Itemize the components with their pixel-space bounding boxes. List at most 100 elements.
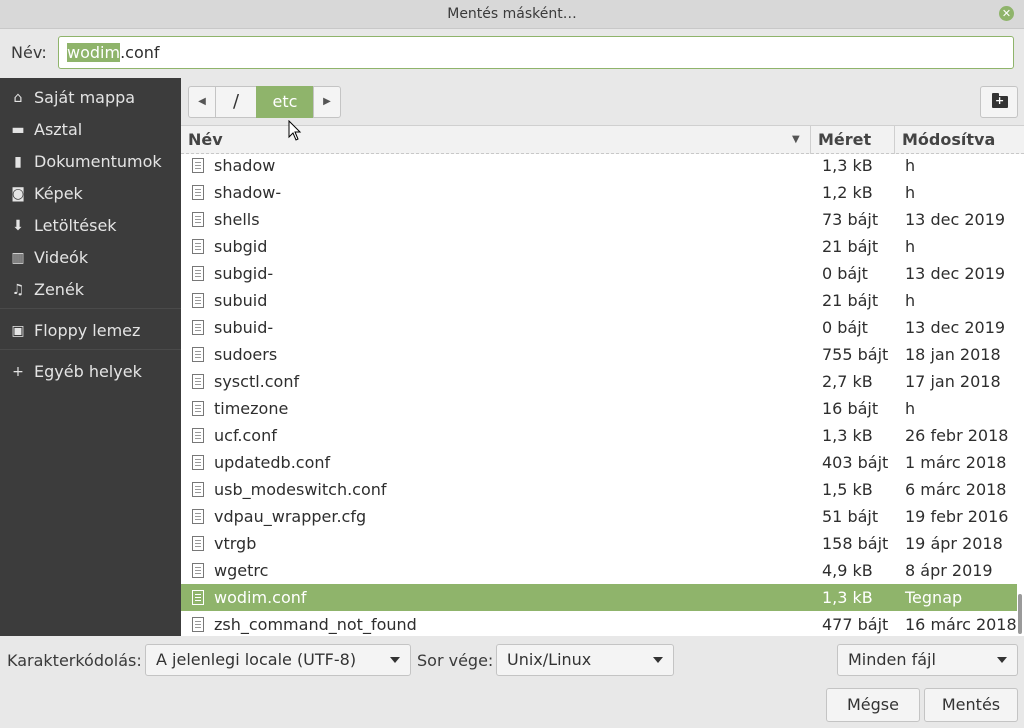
line-end-dropdown[interactable]: Unix/Linux xyxy=(496,644,674,676)
camera-icon: ◙ xyxy=(11,186,25,202)
file-name: zsh_command_not_found xyxy=(214,615,417,634)
path-etc-button[interactable]: etc xyxy=(256,86,314,118)
file-size: 0 bájt xyxy=(822,318,868,337)
file-modified: h xyxy=(905,291,916,310)
sidebar-item-label: Dokumentumok xyxy=(34,152,162,171)
file-modified: 16 márc 2018 xyxy=(905,615,1017,634)
file-modified: 13 dec 2019 xyxy=(905,264,1006,283)
file-name: subuid xyxy=(214,291,268,310)
text-file-icon xyxy=(192,428,204,443)
column-size-header[interactable]: Méret xyxy=(818,126,871,154)
sidebar-item-pictures[interactable]: ◙ Képek xyxy=(0,179,181,209)
file-list[interactable]: shadow 1,3 kB h shadow- 1,2 kB h shells 73 bá… xyxy=(181,154,1024,636)
sidebar-item-label: Floppy lemez xyxy=(34,321,141,340)
file-row[interactable]: zsh_command_not_found 477 bájt 16 márc 201… xyxy=(181,611,1017,636)
path-back-icon[interactable]: ◀ xyxy=(188,86,216,118)
sidebar-item-videos[interactable]: ▥ Videók xyxy=(0,243,181,273)
path-root-button[interactable]: / xyxy=(215,86,257,118)
file-name: shadow xyxy=(214,156,276,175)
column-divider[interactable] xyxy=(810,126,811,154)
file-name: wgetrc xyxy=(214,561,269,580)
file-row[interactable]: updatedb.conf 403 bájt 1 márc 2018 xyxy=(181,449,1017,476)
save-button[interactable]: Mentés xyxy=(924,688,1018,722)
sidebar-item-downloads[interactable]: ⬇ Letöltések xyxy=(0,211,181,241)
file-row[interactable]: subuid- 0 bájt 13 dec 2019 xyxy=(181,314,1017,341)
download-icon: ⬇ xyxy=(12,218,24,234)
file-size: 477 bájt xyxy=(822,615,889,634)
sidebar-item-label: Képek xyxy=(34,184,83,203)
file-row[interactable]: subuid 21 bájt h xyxy=(181,287,1017,314)
sidebar-item-desktop[interactable]: ▬ Asztal xyxy=(0,115,181,145)
file-row[interactable]: subgid 21 bájt h xyxy=(181,233,1017,260)
title-bar: Mentés másként… ✕ xyxy=(0,0,1024,29)
file-size: 2,7 kB xyxy=(822,372,873,391)
file-row[interactable]: sudoers 755 bájt 18 jan 2018 xyxy=(181,341,1017,368)
file-row[interactable]: shells 73 bájt 13 dec 2019 xyxy=(181,206,1017,233)
scrollbar-thumb[interactable] xyxy=(1018,594,1022,634)
file-row[interactable]: wgetrc 4,9 kB 8 ápr 2019 xyxy=(181,557,1017,584)
file-row[interactable]: timezone 16 bájt h xyxy=(181,395,1017,422)
text-file-icon xyxy=(192,320,204,335)
sidebar-item-label: Letöltések xyxy=(34,216,117,235)
file-row[interactable]: subgid- 0 bájt 13 dec 2019 xyxy=(181,260,1017,287)
sort-descending-icon[interactable]: ▼ xyxy=(792,126,800,154)
sidebar-item-other-locations[interactable]: + Egyéb helyek xyxy=(0,357,181,387)
window-title: Mentés másként… xyxy=(447,6,577,22)
text-file-icon xyxy=(192,212,204,227)
file-modified: h xyxy=(905,237,916,256)
file-row[interactable]: shadow 1,3 kB h xyxy=(181,154,1017,179)
text-file-icon xyxy=(192,482,204,497)
file-row[interactable]: vtrgb 158 bájt 19 ápr 2018 xyxy=(181,530,1017,557)
file-size: 403 bájt xyxy=(822,453,889,472)
file-row[interactable]: usb_modeswitch.conf 1,5 kB 6 márc 2018 xyxy=(181,476,1017,503)
file-size: 16 bájt xyxy=(822,399,879,418)
text-file-icon xyxy=(192,374,204,389)
path-forward-icon[interactable]: ▶ xyxy=(313,86,341,118)
file-name: timezone xyxy=(214,399,289,418)
file-row-selected[interactable]: wodim.conf 1,3 kB Tegnap xyxy=(181,584,1017,611)
file-name: subgid- xyxy=(214,264,274,283)
file-modified: 19 febr 2016 xyxy=(905,507,1009,526)
column-modified-header[interactable]: Módosítva xyxy=(902,126,995,154)
file-modified: 13 dec 2019 xyxy=(905,210,1006,229)
sidebar-item-documents[interactable]: ▮ Dokumentumok xyxy=(0,147,181,177)
file-row[interactable]: shadow- 1,2 kB h xyxy=(181,179,1017,206)
home-icon: ⌂ xyxy=(13,90,23,106)
name-row: Név: wodim.conf xyxy=(0,29,1024,78)
file-filter-dropdown[interactable]: Minden fájl xyxy=(837,644,1018,676)
sidebar-item-music[interactable]: ♫ Zenék xyxy=(0,275,181,305)
new-folder-button[interactable]: + xyxy=(980,86,1018,118)
text-file-icon xyxy=(192,185,204,200)
file-row[interactable]: vdpau_wrapper.cfg 51 bájt 19 febr 2016 xyxy=(181,503,1017,530)
text-file-icon xyxy=(192,347,204,362)
file-browser: ◀ / etc ▶ + Név ▼ Méret Módosítva shadow… xyxy=(181,78,1024,636)
text-file-icon xyxy=(192,266,204,281)
file-size: 51 bájt xyxy=(822,507,879,526)
encoding-dropdown[interactable]: A jelenlegi locale (UTF-8) xyxy=(145,644,411,676)
cancel-button[interactable]: Mégse xyxy=(826,688,920,722)
file-name: wodim.conf xyxy=(214,588,307,607)
file-name: subgid xyxy=(214,237,268,256)
file-modified: 18 jan 2018 xyxy=(905,345,1001,364)
filename-input[interactable]: wodim.conf xyxy=(58,36,1014,69)
name-label: Név: xyxy=(11,43,47,62)
sidebar-item-floppy[interactable]: ▣ Floppy lemez xyxy=(0,316,181,346)
sidebar-item-label: Zenék xyxy=(34,280,85,299)
text-file-icon xyxy=(192,617,204,632)
column-header: Név ▼ Méret Módosítva xyxy=(181,126,1024,154)
music-icon: ♫ xyxy=(11,282,25,298)
plus-icon: + xyxy=(995,94,1005,107)
file-row[interactable]: sysctl.conf 2,7 kB 17 jan 2018 xyxy=(181,368,1017,395)
file-modified: 26 febr 2018 xyxy=(905,426,1009,445)
chevron-down-icon xyxy=(653,657,663,663)
file-row[interactable]: ucf.conf 1,3 kB 26 febr 2018 xyxy=(181,422,1017,449)
close-icon[interactable]: ✕ xyxy=(999,6,1014,21)
column-divider[interactable] xyxy=(894,126,895,154)
column-name-header[interactable]: Név xyxy=(188,126,223,154)
file-modified: 8 ápr 2019 xyxy=(905,561,993,580)
file-size: 0 bájt xyxy=(822,264,868,283)
file-name: subuid- xyxy=(214,318,274,337)
file-size: 755 bájt xyxy=(822,345,889,364)
sidebar-separator xyxy=(0,349,181,350)
sidebar-item-home[interactable]: ⌂ Saját mappa xyxy=(0,83,181,113)
